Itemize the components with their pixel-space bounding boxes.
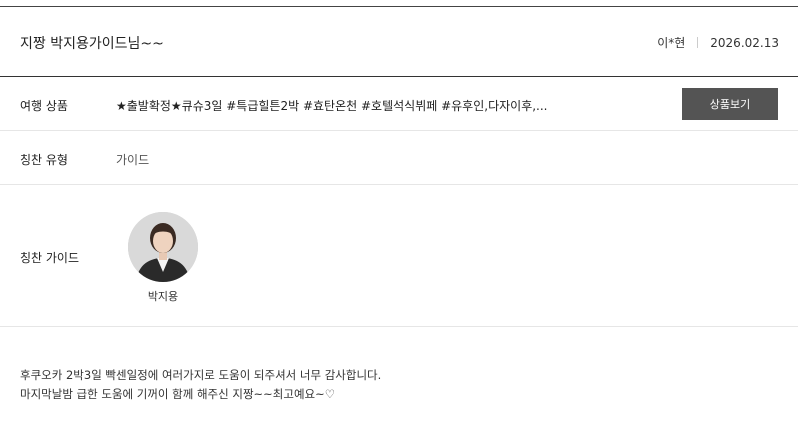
product-name: ★출발확정★큐슈3일 #특급힐튼2박 #효탄온천 #호텔석식뷔페 #유후인,다자… (116, 99, 548, 113)
praise-type-row: 칭찬 유형 가이드 (0, 131, 798, 185)
guide-avatar (128, 212, 198, 282)
review-meta: 이*현 2026.02.13 (657, 34, 779, 51)
product-row: 여행 상품 ★출발확정★큐슈3일 #특급힐튼2박 #효탄온천 #호텔석식뷔페 #… (0, 77, 798, 131)
review-author: 이*현 (657, 36, 686, 50)
meta-separator (697, 37, 699, 48)
praise-type-value: 가이드 (116, 153, 150, 167)
praise-guide-label: 칭찬 가이드 (20, 251, 80, 265)
product-label: 여행 상품 (20, 99, 68, 113)
view-product-button[interactable]: 상품보기 (682, 88, 778, 120)
guide-avatar-photo (128, 212, 198, 282)
review-content-line: 마지막날밤 급한 도움에 기꺼이 함께 해주신 지짱~~최고예요~♡ (20, 387, 336, 401)
review-date: 2026.02.13 (710, 35, 779, 50)
review-content: 후쿠오카 2박3일 빡센일정에 여러가지로 도움이 되주셔서 너무 감사합니다.… (20, 366, 381, 404)
praise-guide-row: 칭찬 가이드 박지용 (0, 185, 798, 327)
guide-name: 박지용 (147, 290, 179, 303)
praise-type-label: 칭찬 유형 (20, 153, 68, 167)
review-title: 지짱 박지용가이드님~~ (20, 36, 164, 52)
review-content-line: 후쿠오카 2박3일 빡센일정에 여러가지로 도움이 되주셔서 너무 감사합니다. (20, 368, 382, 382)
guide-card: 박지용 (128, 212, 198, 304)
review-header: 지짱 박지용가이드님~~ 이*현 2026.02.13 (0, 7, 798, 77)
